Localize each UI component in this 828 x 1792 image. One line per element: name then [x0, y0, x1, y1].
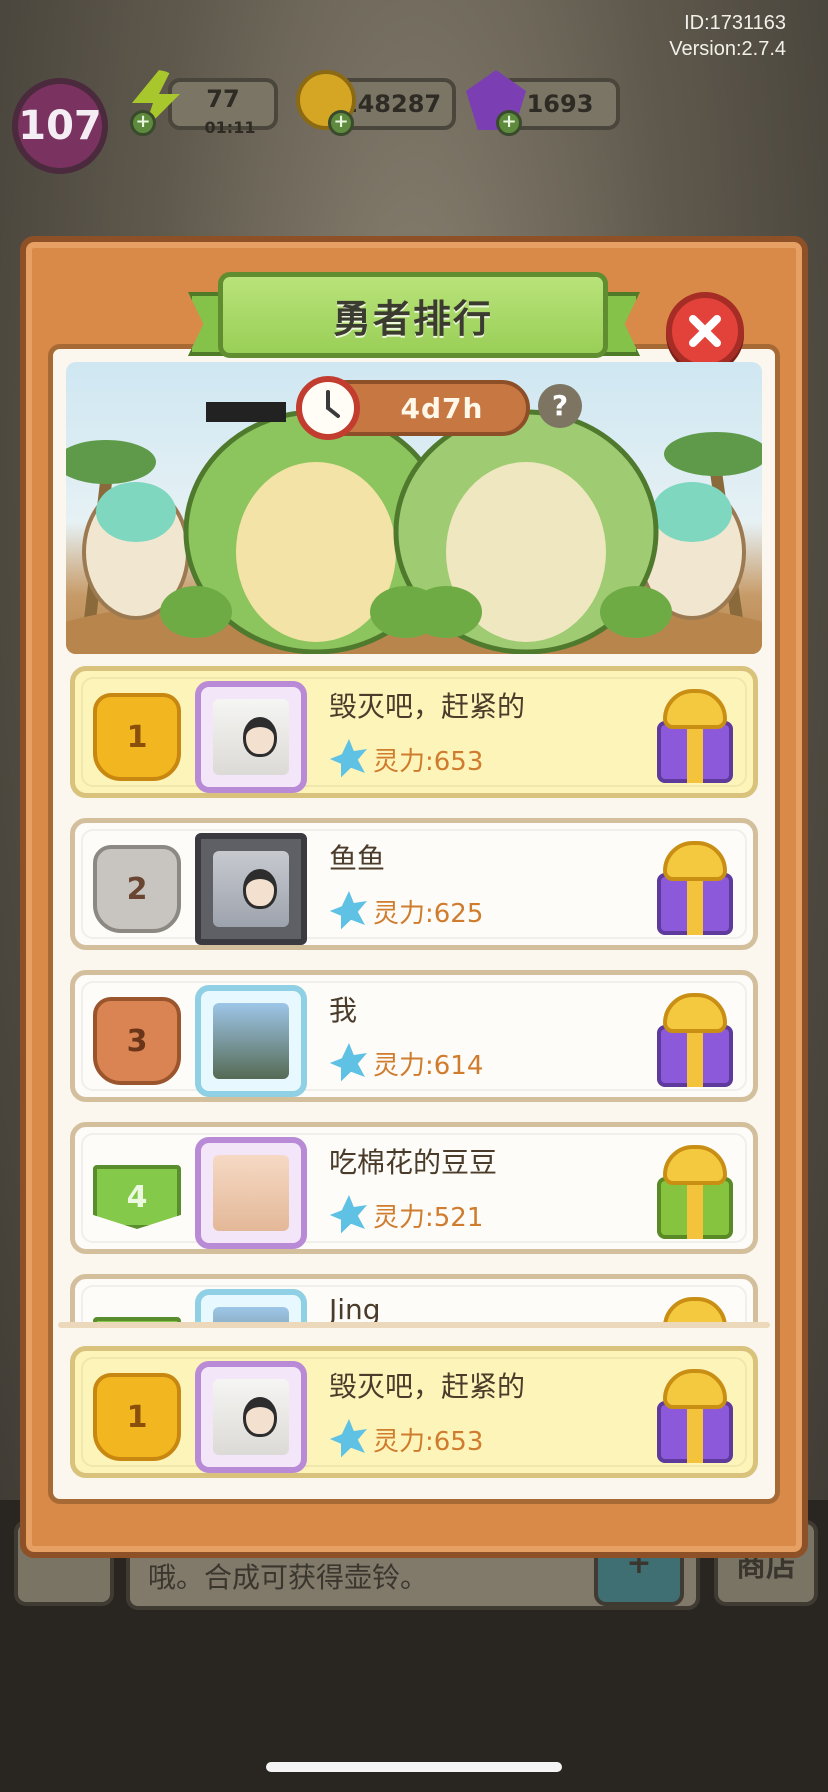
player-avatar[interactable]: [195, 833, 307, 945]
gold-crown-badge: 1: [93, 693, 181, 781]
title-banner: 勇者排行: [218, 272, 608, 358]
gift-ribbon: [687, 1401, 703, 1463]
help-button[interactable]: ?: [538, 384, 582, 428]
reward-gift-button[interactable]: [653, 837, 737, 937]
energy-value: 77: [206, 85, 240, 113]
add-coin-button[interactable]: +: [328, 110, 354, 136]
gift-bow: [663, 689, 727, 729]
player-name: 鱼鱼: [329, 842, 386, 875]
build-info: ID:1731163 Version:2.7.4: [669, 10, 786, 62]
my-ranking-row[interactable]: 1 毁灭吧，赶紧的 灵力:653: [70, 1346, 758, 1478]
coin-value: 148287: [340, 90, 442, 118]
avatar-face: [243, 869, 277, 909]
ranking-row-4[interactable]: 4 吃棉花的豆豆 灵力:521: [70, 1122, 758, 1254]
power-stat: 灵力:653: [329, 739, 483, 779]
star-icon: [329, 1419, 367, 1458]
power-stat: 灵力:521: [329, 1195, 483, 1235]
row-frame: [81, 1285, 747, 1322]
energy-timer: 01:11: [204, 118, 256, 137]
ranking-row-5[interactable]: 5 Jing: [70, 1274, 758, 1322]
ranking-list[interactable]: 1 毁灭吧，赶紧的 灵力:653 2 鱼鱼 灵力:625 3 我 灵力:614 …: [66, 660, 766, 1322]
avatar-image: [213, 1307, 289, 1322]
reward-gift-button[interactable]: [653, 685, 737, 785]
player-name: 我: [329, 994, 358, 1027]
power-value: 灵力:653: [373, 1426, 484, 1457]
add-gem-button[interactable]: +: [496, 110, 522, 136]
power-value: 灵力:614: [373, 1050, 484, 1081]
star-icon: [329, 1195, 367, 1234]
clock-icon: [296, 376, 360, 440]
player-avatar[interactable]: [195, 985, 307, 1097]
gift-bow: [663, 841, 727, 881]
version-label: Version:2.7.4: [669, 38, 786, 60]
star-icon: [329, 1043, 367, 1082]
player-avatar[interactable]: [195, 681, 307, 793]
player-avatar[interactable]: [195, 1137, 307, 1249]
event-countdown-text: 4d7h: [400, 391, 484, 425]
dialog-title: 勇者排行: [332, 296, 493, 341]
gem-value: 1693: [526, 90, 594, 118]
player-name: 毁灭吧，赶紧的: [329, 1370, 526, 1403]
gift-ribbon: [687, 1177, 703, 1239]
reward-gift-button[interactable]: [653, 989, 737, 1089]
avatar-image: [213, 851, 289, 927]
avatar-image: [213, 1379, 289, 1455]
avatar-image: [213, 1155, 289, 1231]
reward-gift-button[interactable]: [653, 1293, 737, 1322]
power-stat: 灵力:625: [329, 891, 483, 931]
avatar-image: [213, 699, 289, 775]
gift-ribbon: [687, 873, 703, 935]
power-stat: 灵力:614: [329, 1043, 483, 1083]
reward-gift-button[interactable]: [653, 1365, 737, 1465]
player-name: 毁灭吧，赶紧的: [329, 690, 526, 723]
gift-bow: [663, 1297, 727, 1322]
player-avatar[interactable]: [195, 1361, 307, 1473]
gift-bow: [663, 1369, 727, 1409]
power-value: 灵力:653: [373, 746, 484, 777]
avatar-face: [243, 717, 277, 757]
gift-bow: [663, 1145, 727, 1185]
power-stat: 灵力:653: [329, 1419, 483, 1459]
add-energy-button[interactable]: +: [130, 110, 156, 136]
gift-ribbon: [687, 721, 703, 783]
star-icon: [329, 739, 367, 778]
silver-crown-badge: 2: [93, 845, 181, 933]
avatar-image: [213, 1003, 289, 1079]
ranking-row-3[interactable]: 3 我 灵力:614: [70, 970, 758, 1102]
ranking-row-1[interactable]: 1 毁灭吧，赶紧的 灵力:653: [70, 666, 758, 798]
gold-crown-badge: 1: [93, 1373, 181, 1461]
power-value: 灵力:521: [373, 1202, 484, 1233]
power-value: 灵力:625: [373, 898, 484, 929]
bronze-crown-badge: 3: [93, 997, 181, 1085]
player-name: Jing: [329, 1293, 381, 1322]
tip-text: 哦。合成可获得壶铃。: [148, 1561, 429, 1594]
ranking-row-2[interactable]: 2 鱼鱼 灵力:625: [70, 818, 758, 950]
close-button[interactable]: [666, 292, 744, 370]
star-icon: [329, 891, 367, 930]
player-name: 吃棉花的豆豆: [329, 1146, 498, 1179]
player-level-badge[interactable]: 107: [12, 78, 108, 174]
gift-bow: [663, 993, 727, 1033]
gift-ribbon: [687, 1025, 703, 1087]
close-icon: [689, 315, 721, 347]
player-avatar[interactable]: [195, 1289, 307, 1322]
list-divider: [58, 1322, 770, 1328]
reward-gift-button[interactable]: [653, 1141, 737, 1241]
avatar-face: [243, 1397, 277, 1437]
player-id: ID:1731163: [684, 12, 786, 34]
home-indicator[interactable]: [266, 1762, 562, 1772]
